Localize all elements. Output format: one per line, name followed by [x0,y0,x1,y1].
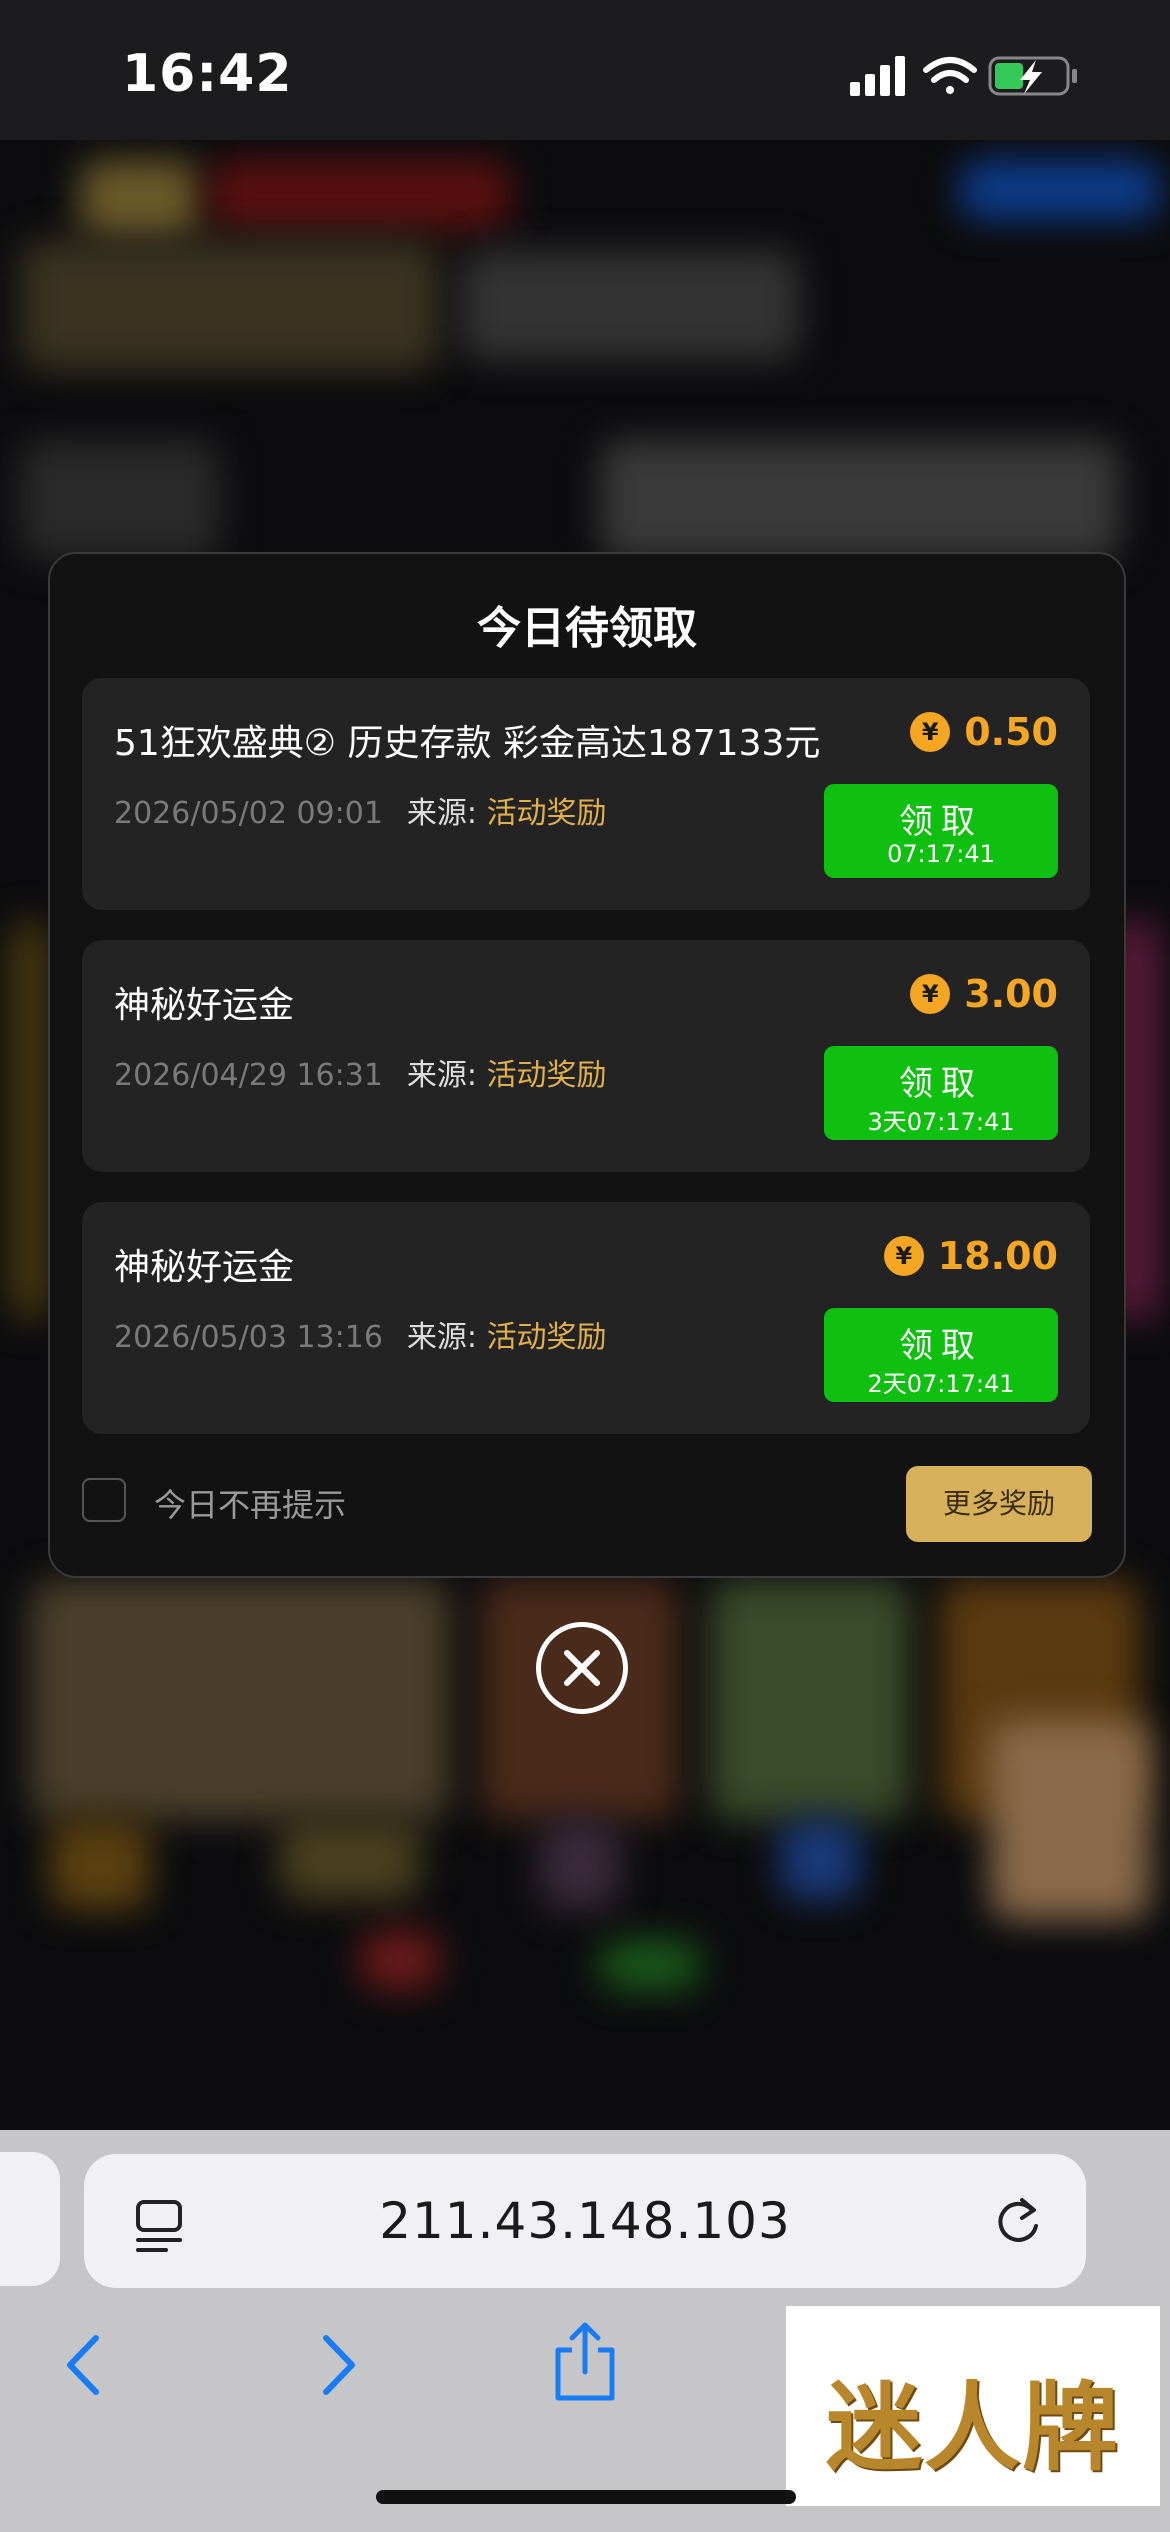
reward-amount: ¥0.50 [910,710,1058,754]
status-icons [850,52,1090,102]
reward-source-label: 来源: [406,1058,478,1093]
reward-date: 2026/04/29 16:31 来源: 活动奖励 [114,1050,607,1094]
status-bar: 16:42 [0,0,1170,140]
reward-popup: 今日待领取 51狂欢盛典② 历史存款 彩金高达187133元 2026/05/0… [48,552,1126,1578]
claim-button[interactable]: 领取 2天07:17:41 [824,1308,1058,1402]
reward-date-value: 2026/05/02 09:01 [114,796,383,831]
reward-source-value: 活动奖励 [486,1058,607,1093]
more-rewards-button[interactable]: 更多奖励 [906,1466,1092,1542]
dont-show-label[interactable]: 今日不再提示 [154,1480,346,1526]
back-arrow-icon[interactable] [64,2330,104,2404]
claim-label: 领取 [899,1326,983,1366]
watermark-text: 迷人牌 [826,2371,1120,2484]
reward-title: 神秘好运金 [114,1247,295,1288]
yuan-coin-icon: ¥ [910,712,951,752]
claim-button[interactable]: 领取 07:17:41 [824,784,1058,878]
reward-date-value: 2026/04/29 16:31 [114,1058,383,1093]
battery-charging-icon [988,56,1077,96]
reward-date: 2026/05/03 13:16 来源: 活动奖励 [114,1312,607,1356]
reward-source-value: 活动奖励 [486,1320,607,1355]
forward-arrow-icon[interactable] [318,2330,358,2404]
signal-icon [850,56,905,96]
yuan-coin-icon: ¥ [910,974,951,1014]
reward-card: 神秘好运金 2026/05/03 13:16 来源: 活动奖励 ¥18.00 领取… [82,1202,1090,1434]
close-icon [564,1650,600,1686]
watermark-logo: 迷人牌 [786,2306,1160,2506]
reload-icon[interactable] [992,2194,1044,2254]
reward-source-label: 来源: [406,1320,478,1355]
claim-label: 领取 [899,802,983,842]
reward-source-value: 活动奖励 [486,796,607,831]
dont-show-checkbox[interactable] [82,1478,126,1522]
popup-title: 今日待领取 [477,603,697,654]
yuan-coin-icon: ¥ [883,1236,924,1276]
claim-timer: 07:17:41 [887,840,995,868]
claim-label: 领取 [899,1064,983,1104]
reward-title: 神秘好运金 [114,985,295,1026]
address-bar[interactable]: 211.43.148.103 [84,2154,1086,2288]
reward-title: 51狂欢盛典② 历史存款 彩金高达187133元 [114,723,821,764]
reward-amount: ¥3.00 [910,972,1058,1016]
share-icon[interactable] [550,2320,620,2408]
reward-date-value: 2026/05/03 13:16 [114,1320,383,1355]
reward-date: 2026/05/02 09:01 来源: 活动奖励 [114,788,607,832]
home-indicator[interactable] [376,2490,796,2504]
reward-card: 神秘好运金 2026/04/29 16:31 来源: 活动奖励 ¥3.00 领取 … [82,940,1090,1172]
url-text[interactable]: 211.43.148.103 [84,2192,1086,2250]
reward-amount-value: 3.00 [964,972,1058,1016]
reward-amount-value: 0.50 [964,710,1058,754]
previous-tab[interactable] [0,2152,60,2286]
claim-timer: 2天07:17:41 [867,1370,1015,1398]
reward-amount: ¥18.00 [883,1234,1058,1278]
wifi-icon [923,57,977,94]
claim-timer: 3天07:17:41 [867,1108,1015,1136]
close-popup-button[interactable] [536,1622,628,1714]
reward-card: 51狂欢盛典② 历史存款 彩金高达187133元 2026/05/02 09:0… [82,678,1090,910]
reward-amount-value: 18.00 [937,1234,1058,1278]
reward-source-label: 来源: [406,796,478,831]
status-time: 16:42 [122,44,293,104]
claim-button[interactable]: 领取 3天07:17:41 [824,1046,1058,1140]
